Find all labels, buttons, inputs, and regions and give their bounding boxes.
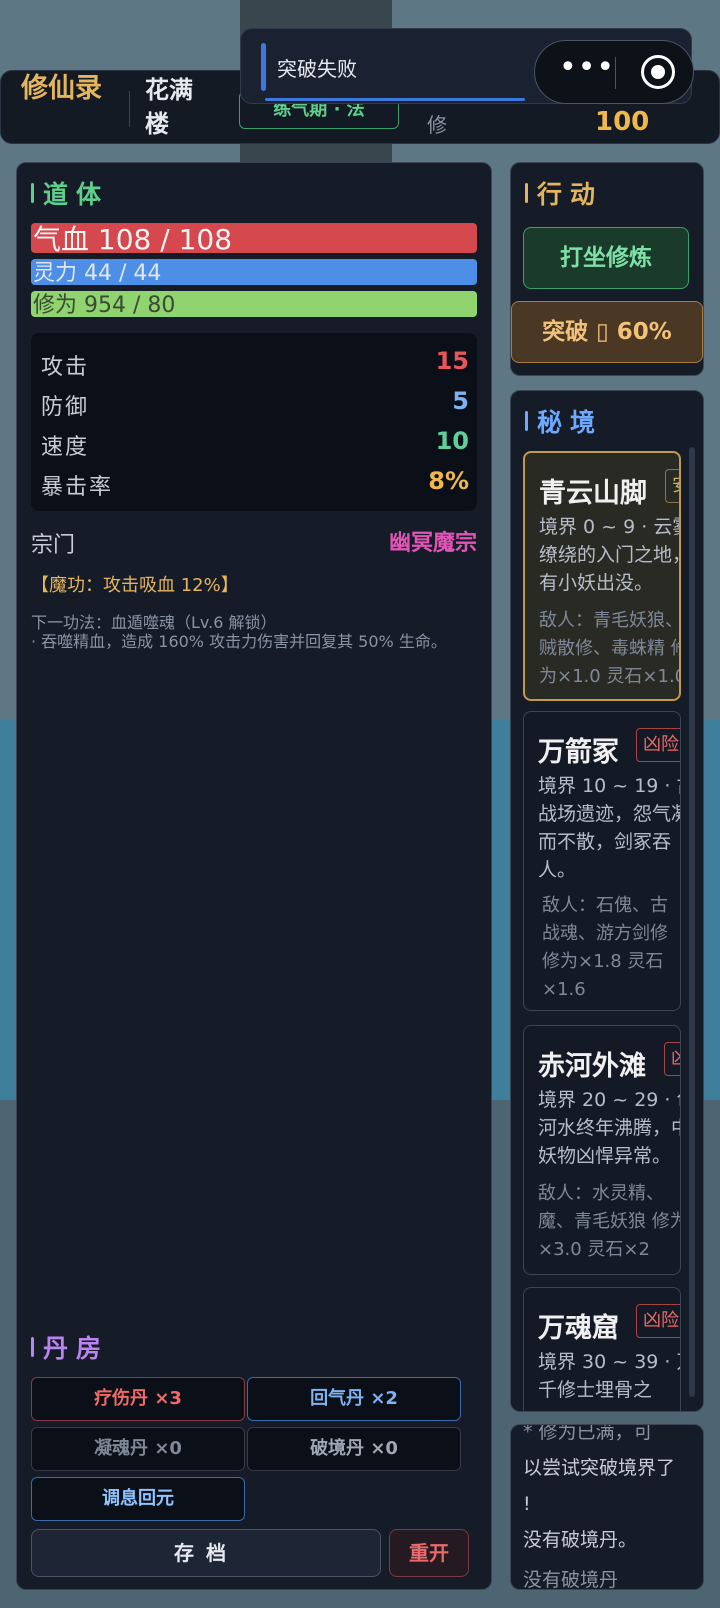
log-line: 没有破境丹	[523, 1569, 619, 1590]
hp-bar: 气血 108 / 108	[31, 223, 477, 253]
stat-label: 防御	[41, 395, 90, 420]
realm-name: 赤河外滩	[538, 1051, 646, 1082]
miniprogram-capsule: •••	[534, 40, 694, 104]
stat-row-crit: 暴击率 8%	[41, 463, 469, 503]
realm-tag: 安	[665, 469, 679, 503]
close-target-icon[interactable]	[641, 55, 675, 89]
mp-value: 44 / 44	[84, 261, 162, 285]
realm-desc: 境界 10 ~ 19 · 古战场遗迹，怨气凝而不散，剑冢吞人。	[538, 775, 681, 881]
xp-label: 修为	[33, 293, 78, 317]
heal-pill-button[interactable]: 疗伤丹 ×3	[31, 1377, 245, 1421]
character-name: 花满楼	[145, 76, 193, 138]
realm-panel: 秘境 青云山脚 安 境界 0 ~ 9 · 云雾缭绕的入门之地，有小妖出没。 敌人…	[510, 390, 704, 1412]
header-divider	[129, 91, 130, 127]
mp-label: 灵力	[33, 261, 78, 285]
realm-enemies: 敌人：水灵精、魔、青毛妖狼 修为×3.0 灵石×2	[538, 1183, 681, 1260]
toast-message: 突破失败	[277, 57, 357, 81]
realm-tag: 凶	[664, 1042, 680, 1076]
cultivation-label: 修	[427, 113, 447, 137]
stat-label: 速度	[41, 435, 90, 460]
body-panel: 道体 气血 108 / 108 灵力 44 / 44 修为 954 / 80 攻…	[16, 162, 492, 1590]
stat-value-crit: 8%	[428, 467, 469, 495]
realm-enemies: 敌人：青毛妖狼、贼散修、毒蛛精 修为×1.0 灵石×1.0	[539, 610, 681, 687]
xp-bar-text: 修为 954 / 80	[33, 291, 175, 317]
realm-name: 万箭冢	[538, 737, 619, 768]
stats-box: 攻击 15 防御 5 速度 10 暴击率 8%	[31, 333, 477, 511]
stat-value-speed: 10	[435, 427, 469, 455]
stat-row-speed: 速度 10	[41, 423, 469, 463]
app-title: 修仙录	[21, 73, 102, 104]
current-technique: 【魔功：攻击吸血 12%】	[31, 575, 239, 596]
sect-label: 宗门	[31, 533, 76, 558]
meditate-button[interactable]: 打坐修炼	[523, 227, 689, 289]
stat-value-attack: 15	[435, 347, 469, 375]
action-panel-title: 行动	[524, 175, 603, 211]
stat-label: 暴击率	[41, 475, 114, 500]
alchemy-title: 丹房	[30, 1329, 109, 1365]
realm-panel-title: 秘境	[524, 403, 603, 439]
toast-progress	[265, 98, 525, 101]
xp-bar: 修为 954 / 80	[31, 291, 477, 317]
log-line: !	[523, 1493, 531, 1515]
sect-value: 幽冥魔宗	[388, 531, 477, 556]
hp-value: 108 / 108	[97, 223, 233, 253]
body-panel-title: 道体	[30, 175, 109, 211]
realm-card-wanhun[interactable]: 万魂窟 凶险 境界 30 ~ 39 · 万千修士埋骨之	[523, 1287, 681, 1411]
log-panel: * 修为已满，可 以尝试突破境界了 ! 没有破境丹。 没有破境丹	[510, 1424, 704, 1590]
action-panel: 行动 打坐修炼 突破 ▯ 60%	[510, 162, 704, 376]
hp-bar-text: 气血 108 / 108	[33, 223, 232, 253]
realm-name: 青云山脚	[539, 478, 647, 509]
stat-value-defense: 5	[452, 387, 469, 415]
log-line: 以尝试突破境界了	[523, 1457, 676, 1479]
rest-recover-button[interactable]: 调息回元	[31, 1477, 245, 1521]
breakthrough-button[interactable]: 突破 ▯ 60%	[511, 301, 703, 363]
realm-desc: 境界 30 ~ 39 · 万千修士埋骨之	[538, 1351, 681, 1401]
next-technique: 下一功法：血遁噬魂（Lv.6 解锁）	[31, 613, 277, 632]
stat-row-attack: 攻击 15	[41, 343, 469, 383]
realm-tag: 凶险	[636, 1304, 680, 1338]
realm-tag: 凶险	[636, 728, 680, 762]
realm-card-chihe[interactable]: 赤河外滩 凶 境界 20 ~ 29 · 色河水终年沸腾，中妖物凶悍异常。 敌人：…	[523, 1025, 681, 1275]
stat-row-defense: 防御 5	[41, 383, 469, 423]
realm-enemies: 敌人：石傀、古战魂、游方剑修 修为×1.8 灵石×1.6	[542, 895, 668, 1000]
breakthrough-pill-button[interactable]: 破境丹 ×0	[247, 1427, 461, 1471]
realm-desc: 境界 20 ~ 29 · 色河水终年沸腾，中妖物凶悍异常。	[538, 1089, 681, 1167]
xp-value: 954 / 80	[84, 293, 176, 317]
capsule-divider	[615, 57, 616, 89]
save-button[interactable]: 存档	[31, 1529, 381, 1577]
log-line: * 修为已满，可	[523, 1424, 653, 1443]
toast-accent-bar	[261, 43, 266, 91]
qi-pill-button[interactable]: 回气丹 ×2	[247, 1377, 461, 1421]
log-line: 没有破境丹。	[523, 1529, 638, 1551]
realm-card-qingyun[interactable]: 青云山脚 安 境界 0 ~ 9 · 云雾缭绕的入门之地，有小妖出没。 敌人：青毛…	[523, 451, 681, 701]
realm-card-wanjian[interactable]: 万箭冢 凶险 境界 10 ~ 19 · 古战场遗迹，怨气凝而不散，剑冢吞人。 敌…	[523, 711, 681, 1011]
stat-label: 攻击	[41, 355, 90, 380]
next-technique-desc: · 吞噬精血，造成 160% 攻击力伤害并回复其 50% 生命。	[31, 632, 447, 651]
mp-bar-text: 灵力 44 / 44	[33, 259, 161, 285]
hp-label: 气血	[33, 223, 90, 253]
soul-pill-button[interactable]: 凝魂丹 ×0	[31, 1427, 245, 1471]
cultivation-value: 100	[595, 107, 650, 137]
more-icon[interactable]: •••	[559, 53, 614, 89]
realm-scrollbar[interactable]	[689, 447, 695, 1397]
mp-bar: 灵力 44 / 44	[31, 259, 477, 285]
realm-desc: 境界 0 ~ 9 · 云雾缭绕的入门之地，有小妖出没。	[539, 516, 681, 594]
reset-button[interactable]: 重开	[389, 1529, 469, 1577]
realm-name: 万魂窟	[538, 1313, 619, 1344]
